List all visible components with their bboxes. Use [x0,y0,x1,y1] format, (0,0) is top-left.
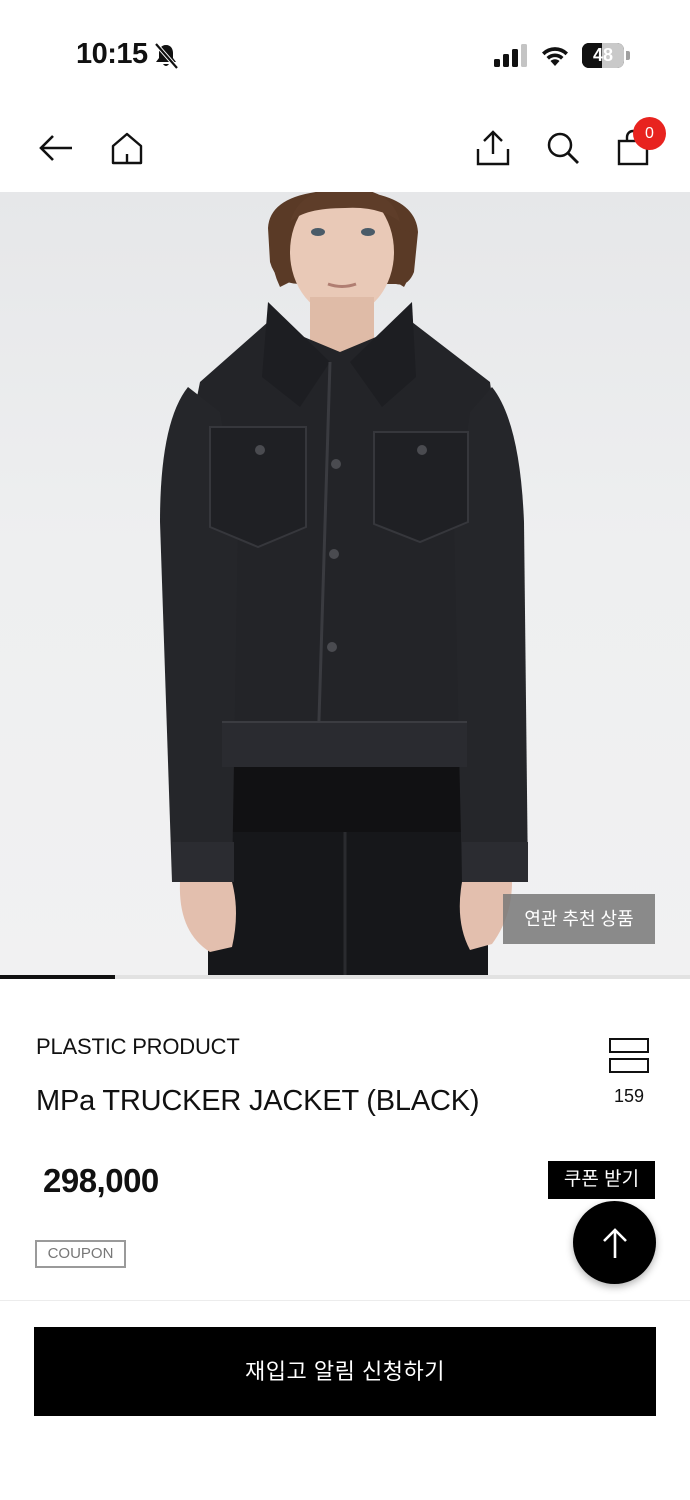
restock-notification-button[interactable]: 재입고 알림 신청하기 [34,1327,656,1416]
related-products-button[interactable]: 연관 추천 상품 [503,894,655,944]
battery-tip [626,51,630,60]
coupon-tag: COUPON [35,1240,126,1268]
wishlist-icon-top [609,1038,649,1053]
wishlist-icon-bottom [609,1058,649,1073]
gallery-progress-track [0,975,690,979]
brand-name[interactable]: PLASTIC PRODUCT [36,1034,240,1060]
wishlist-count: 159 [613,1086,645,1106]
home-icon [111,132,143,165]
product-price: 298,000 [43,1162,159,1199]
home-button[interactable] [107,128,147,168]
battery-body: 48 [582,43,624,68]
battery-icon: 48 [582,43,630,68]
divider [0,1300,690,1301]
share-icon [476,130,510,166]
cart-count-badge: 0 [633,117,666,150]
scroll-to-top-button[interactable] [573,1201,656,1284]
product-image-gallery[interactable]: 연관 추천 상품 [0,192,690,979]
status-time: 10:15 [76,38,148,70]
search-button[interactable] [543,128,583,168]
battery-level: 48 [592,45,614,65]
wishlist-button[interactable]: 159 [606,1038,652,1108]
arrow-up-icon [602,1227,627,1258]
bell-off-icon [154,42,179,70]
wifi-icon [542,47,568,66]
product-photo [160,192,528,979]
product-name: MPa TRUCKER JACKET (BLACK) [36,1085,480,1117]
arrow-left-icon [39,135,72,161]
top-navigation [0,100,690,192]
get-coupon-button[interactable]: 쿠폰 받기 [548,1161,655,1199]
search-icon [547,132,579,164]
back-button[interactable] [36,128,76,168]
share-button[interactable] [473,128,513,168]
status-bar: 10:15 48 [0,0,690,100]
signal-icon [494,44,527,67]
gallery-progress-fill [0,975,115,979]
